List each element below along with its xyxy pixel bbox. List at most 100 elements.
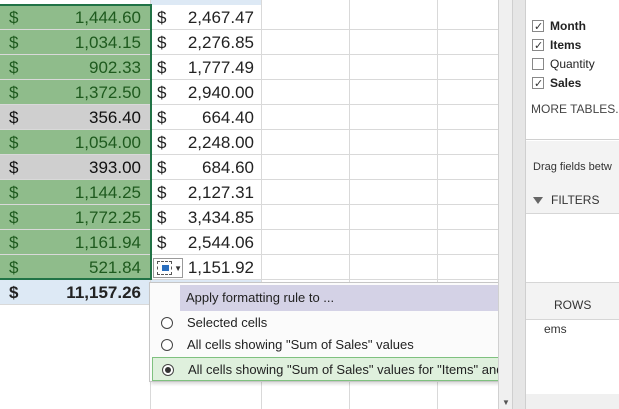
- currency-symbol: $: [9, 183, 19, 202]
- field-list: Month Items Quantity Sales MORE TABLES..…: [526, 0, 619, 140]
- sales-cell-b[interactable]: $2,544.06: [151, 230, 261, 255]
- cell-value: 2,467.47: [187, 8, 254, 27]
- currency-symbol: $: [9, 108, 19, 127]
- table-row: $1,161.94 $2,544.06: [0, 230, 498, 255]
- sales-cell-b[interactable]: $2,276.85: [151, 30, 261, 55]
- cell-value: 1,144.25: [74, 183, 141, 202]
- menu-item-selected-cells[interactable]: Selected cells: [152, 311, 498, 335]
- sales-cell[interactable]: $1,034.15: [0, 30, 150, 55]
- cell-value: 2,940.00: [187, 83, 254, 102]
- currency-symbol: $: [157, 233, 167, 252]
- sales-cell[interactable]: $1,161.94: [0, 230, 150, 255]
- spreadsheet-grid[interactable]: $1,444.60 $2,467.47 $1,034.15 $2,276.85 $902…: [0, 0, 498, 409]
- pane-scrollbar[interactable]: [526, 394, 619, 409]
- cell-value: 902.33: [89, 58, 141, 77]
- sales-cell[interactable]: $902.33: [0, 55, 150, 80]
- cell-value: 1,054.00: [74, 133, 141, 152]
- menu-item-label: All cells showing "Sum of Sales" values …: [188, 362, 498, 377]
- sales-cell[interactable]: $1,444.60: [0, 5, 150, 30]
- currency-symbol: $: [9, 258, 19, 277]
- cell-value: 684.60: [202, 158, 254, 177]
- checkbox-checked-icon[interactable]: [532, 37, 544, 56]
- cell-value: 2,127.31: [187, 183, 254, 202]
- menu-header: Apply formatting rule to ...: [180, 285, 498, 311]
- table-row: $1,144.25 $2,127.31: [0, 180, 498, 205]
- menu-item-label: Selected cells: [187, 315, 268, 330]
- total-value: 11,157.26: [66, 283, 141, 302]
- currency-symbol: $: [9, 33, 19, 52]
- table-row: $1,034.15 $2,276.85: [0, 30, 498, 55]
- sales-cell[interactable]: $1,144.25: [0, 180, 150, 205]
- table-row: $902.33 $1,777.49: [0, 55, 498, 80]
- cell-value: 2,276.85: [187, 33, 254, 52]
- sales-cell[interactable]: $1,372.50: [0, 80, 150, 105]
- pivot-field-list-pane: Month Items Quantity Sales MORE TABLES..…: [526, 0, 619, 409]
- table-row: $521.84$1,151.92: [0, 255, 498, 280]
- currency-symbol: $: [157, 58, 167, 77]
- cell-value: 1,151.92: [187, 258, 254, 277]
- cell-value: 664.40: [202, 108, 254, 127]
- table-row: $1,054.00 $2,248.00: [0, 130, 498, 155]
- cell-value: 1,772.25: [74, 208, 141, 227]
- sales-cell-b[interactable]: $684.60: [151, 155, 261, 180]
- currency-symbol: $: [9, 158, 19, 177]
- scroll-down-icon[interactable]: ▼: [502, 398, 510, 407]
- cell-value: 1,161.94: [74, 233, 141, 252]
- formatting-options-icon: [157, 261, 173, 275]
- currency-symbol: $: [9, 133, 19, 152]
- table-row: $1,772.25 $3,434.85: [0, 205, 498, 230]
- filter-icon: [533, 197, 543, 205]
- field-areas: Drag fields betw FILTERS ROWS ems: [526, 141, 619, 409]
- formatting-options-button[interactable]: ▼: [153, 258, 183, 278]
- radio-selected-icon: [162, 364, 174, 376]
- sales-cell-b[interactable]: $3,434.85: [151, 205, 261, 230]
- currency-symbol: $: [157, 8, 167, 27]
- checkbox-icon[interactable]: [532, 58, 544, 70]
- sales-cell[interactable]: $1,772.25: [0, 205, 150, 230]
- menu-item-all-sum-of-sales[interactable]: All cells showing "Sum of Sales" values: [152, 333, 498, 357]
- radio-icon: [161, 317, 173, 329]
- sales-cell-b[interactable]: $1,777.49: [151, 55, 261, 80]
- filters-drop-area[interactable]: [526, 213, 619, 283]
- more-tables-link[interactable]: MORE TABLES...: [531, 102, 619, 116]
- sales-cell[interactable]: $1,054.00: [0, 130, 150, 155]
- rows-field-item[interactable]: ems: [544, 322, 567, 336]
- cell-value: 356.40: [89, 108, 141, 127]
- filters-label: FILTERS: [551, 193, 600, 207]
- sales-cell[interactable]: $356.40: [0, 105, 150, 130]
- sales-cell-b[interactable]: $2,940.00: [151, 80, 261, 105]
- currency-symbol: $: [9, 83, 19, 102]
- checkbox-checked-icon[interactable]: [532, 75, 544, 94]
- chevron-down-icon: ▼: [174, 263, 182, 273]
- sales-cell-b[interactable]: $664.40: [151, 105, 261, 130]
- vertical-scrollbar[interactable]: ▼: [498, 0, 512, 409]
- cell-value: 1,372.50: [74, 83, 141, 102]
- pane-splitter[interactable]: [512, 0, 526, 409]
- cell-value: 393.00: [89, 158, 141, 177]
- currency-symbol: $: [9, 208, 19, 227]
- field-label: Items: [550, 38, 582, 52]
- sales-cell-b[interactable]: $2,248.00: [151, 130, 261, 155]
- currency-symbol: $: [9, 8, 19, 27]
- currency-symbol: $: [157, 183, 167, 202]
- sales-cell[interactable]: $393.00: [0, 155, 150, 180]
- sales-cell-b[interactable]: $2,467.47: [151, 5, 261, 30]
- currency-symbol: $: [9, 283, 19, 302]
- checkbox-checked-icon[interactable]: [532, 18, 544, 37]
- menu-item-sum-of-sales-items-month[interactable]: All cells showing "Sum of Sales" values …: [152, 357, 498, 381]
- cell-value: 1,034.15: [74, 33, 141, 52]
- currency-symbol: $: [157, 108, 167, 127]
- sales-cell[interactable]: $521.84: [0, 255, 150, 280]
- field-label: Quantity: [550, 57, 595, 71]
- cell-value: 1,777.49: [187, 58, 254, 77]
- field-label: Sales: [550, 76, 582, 90]
- cell-value: 2,248.00: [187, 133, 254, 152]
- cell-value: 2,544.06: [187, 233, 254, 252]
- filters-header: FILTERS: [533, 193, 599, 207]
- menu-item-label: All cells showing "Sum of Sales" values: [187, 337, 414, 352]
- currency-symbol: $: [157, 208, 167, 227]
- total-sales-cell[interactable]: $ 11,157.26: [0, 280, 150, 305]
- radio-icon: [161, 339, 173, 351]
- sales-cell-b[interactable]: $2,127.31: [151, 180, 261, 205]
- table-row: $356.40 $664.40: [0, 105, 498, 130]
